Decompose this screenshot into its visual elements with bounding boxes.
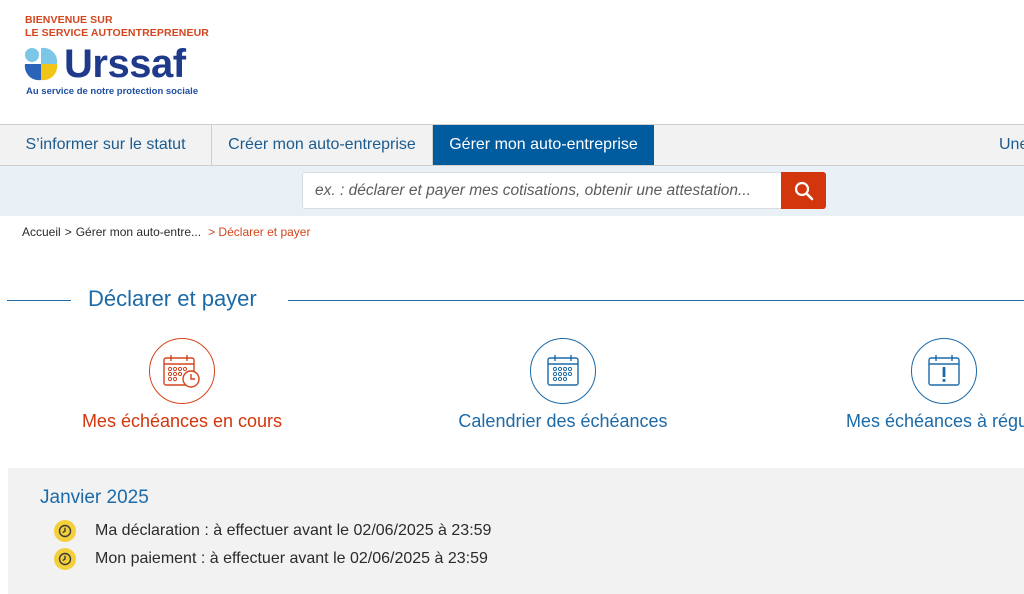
deadline-text: Ma déclaration : à effectuer avant le 02… (95, 522, 492, 539)
nav-item-truncated[interactable]: Une (999, 125, 1024, 165)
search-input[interactable] (315, 181, 781, 200)
calendar-icon (547, 355, 579, 386)
search-button[interactable] (781, 172, 826, 209)
section-divider-left (7, 300, 71, 301)
tile-mes-echeances-en-cours[interactable]: Mes échéances en cours (32, 338, 332, 432)
logo-tagline: Au service de notre protection sociale (26, 86, 199, 97)
welcome-line-2: LE SERVICE AUTOENTREPRENEUR (25, 26, 209, 39)
tile-icon-circle (149, 338, 215, 404)
deadline-item-declaration: Ma déclaration : à effectuer avant le 02… (54, 520, 491, 542)
calendar-clock-icon (163, 355, 200, 388)
search-band (0, 166, 1024, 216)
page-title: Déclarer et payer (88, 286, 257, 311)
breadcrumb-current: > Déclarer et payer (208, 225, 311, 239)
tile-label: Mes échéances à régula (845, 411, 1024, 431)
nav-item-gerer[interactable]: Gérer mon auto-entreprise (433, 125, 654, 165)
welcome-line-1: BIENVENUE SUR (25, 14, 113, 26)
logo-wordmark: Urssaf (64, 42, 186, 86)
deadline-text: Mon paiement : à effectuer avant le 02/0… (95, 550, 488, 567)
deadline-item-paiement: Mon paiement : à effectuer avant le 02/0… (54, 548, 488, 570)
panel-period-title: Janvier 2025 (40, 487, 149, 508)
clock-icon (54, 520, 76, 542)
tile-label: Mes échéances en cours (81, 411, 283, 431)
tile-mes-echeances-a-regulariser[interactable]: Mes échéances à régula (794, 338, 1024, 432)
urssaf-logo-mark-icon (24, 47, 58, 81)
deadlines-panel: Janvier 2025 Ma déclaration : à effectue… (8, 468, 1024, 594)
breadcrumb: Accueil > Gérer mon auto-entre... > Décl… (22, 225, 310, 239)
breadcrumb-separator: > (64, 225, 72, 239)
tile-label: Calendrier des échéances (458, 411, 668, 431)
welcome-text: BIENVENUE SUR LE SERVICE AUTOENTREPRENEU… (25, 14, 209, 39)
tile-calendrier-des-echeances[interactable]: Calendrier des échéances (413, 338, 713, 432)
urssaf-logo[interactable]: Urssaf (24, 44, 186, 84)
search-box (302, 172, 781, 209)
search-icon (794, 181, 813, 200)
calendar-alert-icon (928, 355, 960, 386)
nav-item-sinformer[interactable]: S’informer sur le statut (0, 125, 212, 165)
section-divider-right (288, 300, 1024, 301)
breadcrumb-parent[interactable]: Gérer mon auto-entre... (76, 225, 201, 239)
clock-icon (54, 548, 76, 570)
tile-icon-circle (911, 338, 977, 404)
tile-icon-circle (530, 338, 596, 404)
site-header: BIENVENUE SUR LE SERVICE AUTOENTREPRENEU… (0, 0, 1024, 125)
nav-item-creer[interactable]: Créer mon auto-entreprise (212, 125, 433, 165)
breadcrumb-home[interactable]: Accueil (22, 225, 61, 239)
main-nav: S’informer sur le statut Créer mon auto-… (0, 124, 1024, 166)
